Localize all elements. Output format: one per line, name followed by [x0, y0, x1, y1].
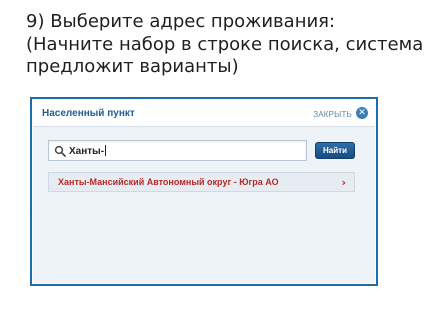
text-caret	[105, 145, 107, 156]
suggestion-item[interactable]: Ханты-Мансийский Автономный округ - Югра…	[48, 172, 355, 192]
search-input-text: Ханты-	[69, 146, 105, 157]
instruction-text: 9) Выберите адрес проживания: (Начните н…	[26, 11, 424, 79]
close-icon[interactable]: ✕	[356, 107, 368, 119]
dialog-title: Населенный пункт	[42, 108, 135, 119]
dialog-header: Населенный пункт ЗАКРЫТЬ ✕	[33, 100, 375, 127]
chevron-right-icon: ›	[341, 176, 346, 189]
suggestion-label: Ханты-Мансийский Автономный округ - Югра…	[58, 177, 279, 187]
close-button[interactable]: ЗАКРЫТЬ	[313, 110, 352, 119]
slide: 9) Выберите адрес проживания: (Начните н…	[0, 0, 427, 320]
find-button[interactable]: Найти	[315, 142, 355, 159]
search-icon	[54, 145, 66, 157]
search-input-value[interactable]: Ханты-	[69, 145, 107, 157]
dialog-body: Населенный пункт ЗАКРЫТЬ ✕ Ханты- Найти …	[33, 100, 375, 283]
locality-dialog: Населенный пункт ЗАКРЫТЬ ✕ Ханты- Найти …	[30, 97, 378, 286]
instruction-line-2: (Начните набор в строке поиска, система	[26, 33, 424, 55]
instruction-line-3: предложит варианты)	[26, 56, 239, 77]
search-input[interactable]: Ханты-	[48, 140, 307, 161]
instruction-line-1: 9) Выберите адрес проживания:	[26, 11, 336, 32]
